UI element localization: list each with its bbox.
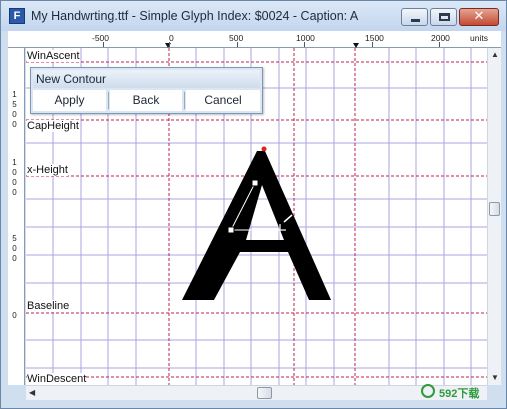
vertical-scroll-thumb[interactable] — [489, 202, 500, 216]
vertical-scrollbar[interactable]: ▲ ▼ — [487, 48, 501, 385]
minimize-button[interactable] — [401, 8, 428, 26]
ruler-label: 1000 — [296, 33, 315, 43]
watermark-logo: 592下载 — [421, 381, 506, 403]
cancel-button[interactable]: Cancel — [186, 90, 260, 111]
start-point-red[interactable] — [261, 146, 267, 152]
watermark-text: 592下载 — [439, 388, 480, 400]
ruler-tick — [169, 42, 170, 47]
dialog-title: New Contour — [33, 70, 260, 88]
scroll-up-arrow-icon[interactable]: ▲ — [491, 50, 499, 60]
minimize-icon — [411, 19, 420, 22]
horizontal-scroll-thumb[interactable] — [257, 387, 272, 399]
ruler-label: 1 — [12, 90, 17, 99]
watermark-icon — [421, 384, 435, 398]
horizontal-ruler: -500 0 500 1000 1500 2000 units — [8, 31, 501, 48]
ruler-label: 0 — [12, 178, 17, 187]
new-contour-dialog: New Contour Apply Back Cancel — [30, 67, 263, 114]
glyph-a-shape[interactable] — [182, 151, 331, 300]
back-button[interactable]: Back — [110, 90, 182, 111]
win-descent-label: WinDescent — [27, 373, 87, 385]
ruler-label: 0 — [12, 168, 17, 177]
ruler-label: 1 — [12, 158, 17, 167]
glyph-editor-window: F My Handwrting.ttf - Simple Glyph Index… — [0, 0, 507, 409]
ruler-label: 5 — [12, 234, 17, 243]
ruler-tick — [439, 42, 440, 47]
app-icon[interactable]: F — [9, 8, 25, 24]
button-separator — [184, 92, 185, 109]
ruler-label: 0 — [12, 110, 17, 119]
close-icon: ✕ — [473, 9, 485, 24]
ruler-tick — [237, 42, 238, 47]
ruler-label: 0 — [12, 120, 17, 129]
ruler-label: 2000 — [431, 33, 450, 43]
ruler-tick — [103, 42, 104, 47]
ruler-label: 0 — [12, 254, 17, 263]
apply-button[interactable]: Apply — [33, 90, 106, 111]
title-bar[interactable]: F My Handwrting.ttf - Simple Glyph Index… — [1, 1, 506, 31]
ruler-tick — [372, 42, 373, 47]
window-title: My Handwrting.ttf - Simple Glyph Index: … — [31, 9, 359, 23]
x-height-label: x-Height — [27, 164, 68, 176]
ruler-label: 1500 — [365, 33, 384, 43]
ruler-units-label: units — [470, 33, 488, 43]
button-separator — [108, 92, 109, 109]
scroll-left-arrow-icon[interactable]: ◀ — [29, 388, 35, 398]
ruler-tick — [304, 42, 305, 47]
ruler-label: -500 — [92, 33, 110, 43]
baseline-label: Baseline — [27, 300, 70, 312]
ruler-label: 0 — [12, 311, 17, 320]
ruler-label: 5 — [12, 100, 17, 109]
ruler-label: 0 — [12, 244, 17, 253]
ruler-label: 0 — [12, 188, 17, 197]
contour-point[interactable] — [251, 179, 259, 187]
contour-point[interactable] — [227, 226, 235, 234]
vertical-ruler: 1 5 0 0 1 0 0 0 5 0 0 0 — [8, 48, 25, 385]
close-button[interactable]: ✕ — [459, 8, 499, 26]
maximize-button[interactable] — [430, 8, 457, 26]
horizontal-scrollbar[interactable]: ◀ — [26, 385, 487, 400]
win-ascent-label: WinAscent — [27, 50, 80, 62]
cap-height-label: CapHeight — [27, 120, 79, 132]
maximize-icon — [439, 13, 450, 21]
